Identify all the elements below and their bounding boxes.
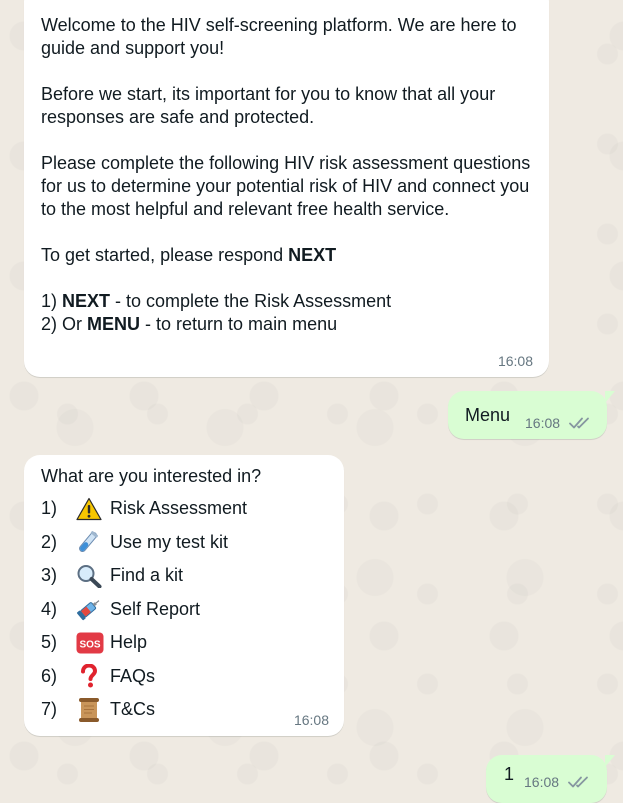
option-next-keyword: NEXT [62, 291, 111, 311]
menu-title: What are you interested in? [41, 466, 262, 486]
menu-item-find-kit: 3) Find a kit [41, 559, 326, 593]
privacy-text: Before we start, its important for you t… [41, 84, 496, 127]
menu-item-number: 1) [41, 498, 58, 519]
welcome-text: Welcome to the HIV self-screening platfo… [41, 15, 517, 58]
menu-item-number: 2) [41, 531, 58, 552]
test-tube-icon [76, 530, 110, 554]
message-timestamp: 16:08 [497, 353, 533, 369]
menu-item-label: Use my test kit [110, 531, 229, 552]
menu-item-label: Find a kit [110, 565, 184, 586]
read-ticks-icon [569, 417, 589, 429]
menu-item-risk-assessment: 1) Risk Assessment [41, 492, 326, 526]
message-timestamp: 16:08 [525, 415, 561, 431]
menu-item-number: 3) [41, 565, 58, 586]
read-ticks-icon [568, 776, 588, 788]
scroll-icon [76, 697, 110, 722]
get-started-prefix: To get started, please respond [41, 245, 289, 265]
option-menu-prefix: 2) Or [41, 314, 88, 334]
message-timestamp: 16:08 [524, 774, 560, 790]
option-next: 1) NEXT - to complete the Risk Assessmen… [41, 290, 531, 313]
incoming-message-menu[interactable]: What are you interested in? 1) Risk Asse… [24, 455, 344, 736]
menu-item-number: 7) [41, 699, 58, 720]
menu-item-terms: 7) T&Cs [41, 693, 326, 727]
menu-item-self-report: 4) Self Report [41, 593, 326, 627]
menu-item-label: FAQs [110, 665, 156, 686]
menu-item-use-test-kit: 2) Use my test kit [41, 526, 326, 560]
menu-item-label: Risk Assessment [110, 498, 248, 519]
menu-item-number: 5) [41, 632, 58, 653]
svg-text:SOS: SOS [79, 639, 100, 650]
warning-icon [76, 497, 110, 521]
menu-item-help: 5) SOS Help [41, 626, 326, 660]
option-menu: 2) Or MENU - to return to main menu [41, 313, 531, 336]
get-started-keyword: NEXT [288, 245, 337, 265]
menu-item-label: Self Report [110, 598, 201, 619]
magnifier-icon [76, 564, 110, 588]
menu-item-label: Help [110, 632, 148, 653]
menu-item-faqs: 6) FAQs [41, 660, 326, 694]
menu-item-number: 6) [41, 665, 58, 686]
syringe-icon [76, 597, 110, 621]
question-icon [76, 664, 110, 688]
assessment-text: Please complete the following HIV risk a… [41, 153, 531, 219]
option-menu-keyword: MENU [87, 314, 141, 334]
sos-icon: SOS [76, 631, 110, 655]
option-next-prefix: 1) [41, 291, 63, 311]
message-text: Menu [465, 405, 511, 425]
get-started-text: To get started, please respond NEXT [41, 244, 531, 267]
message-timestamp: 16:08 [293, 712, 329, 728]
outgoing-message-menu[interactable]: Menu 16:08 [448, 391, 615, 439]
incoming-message-welcome[interactable]: Welcome to the HIV self-screening platfo… [24, 0, 549, 377]
option-menu-description: - to return to main menu [140, 314, 338, 334]
message-text: 1 [504, 764, 515, 784]
menu-item-label: T&Cs [110, 699, 155, 720]
menu-item-number: 4) [41, 598, 58, 619]
option-next-description: - to complete the Risk Assessment [110, 291, 392, 311]
